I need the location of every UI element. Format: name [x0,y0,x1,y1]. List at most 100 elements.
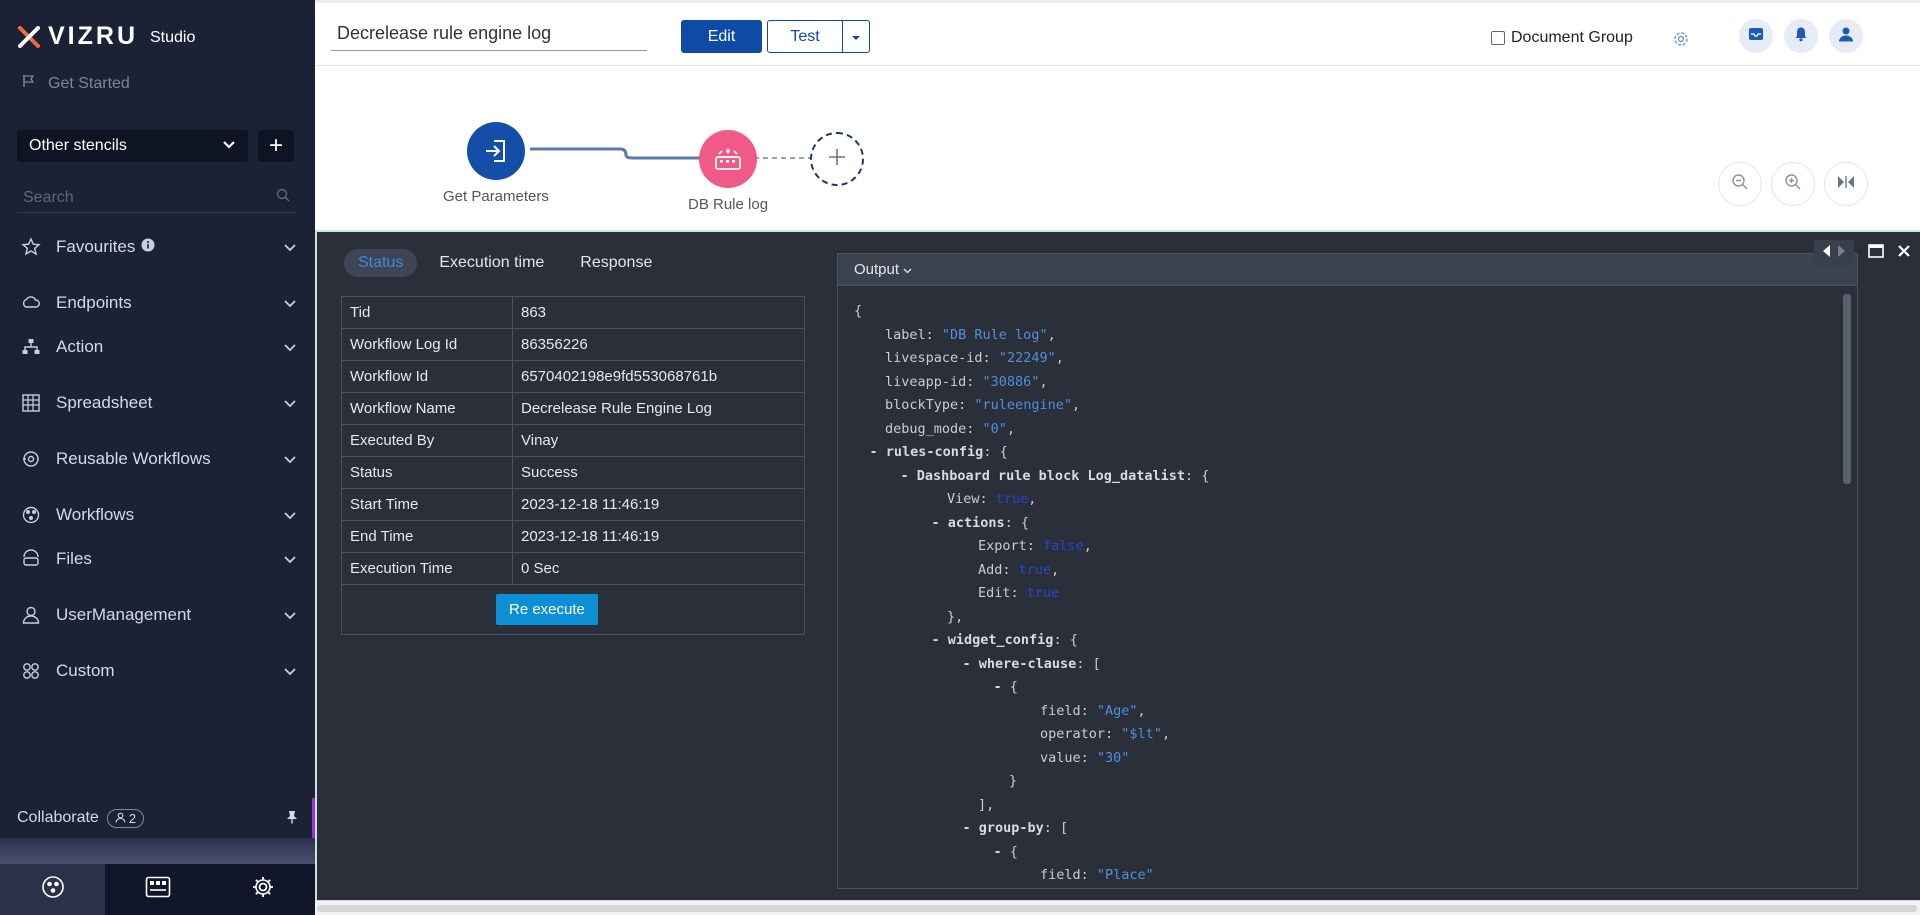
sidebar-item-files[interactable]: Files [20,544,298,574]
log-tabs: Status Execution time Response [344,249,666,277]
workflow-title-input[interactable]: Decrelease rule engine log [331,21,647,51]
chevron-down-icon[interactable] [282,663,298,679]
reexecute-button[interactable]: Re execute [496,594,598,625]
panel-controls [1814,240,1910,266]
search-icon[interactable] [276,188,290,207]
node-db-rule-log[interactable]: DB Rule log [688,130,768,213]
inbox-button[interactable] [1739,19,1773,53]
json-token: "ruleengine" [974,397,1072,413]
reuse-icon [20,448,42,470]
zoom-out-button[interactable] [1718,162,1762,206]
chevron-down-icon[interactable] [282,551,298,567]
arrow-left-icon[interactable] [1822,244,1831,262]
row-value: 6570402198e9fd553068761b [512,360,805,393]
search-input[interactable] [23,188,263,207]
sidebar-item-workflows[interactable]: Workflows [20,500,298,530]
add-node-button[interactable] [810,132,864,186]
json-token: debug_mode [885,420,967,437]
json-token: , [1071,397,1081,413]
brand[interactable]: VIZRU Studio [18,22,195,51]
json-token: : [925,326,942,343]
scrollbar-thumb[interactable] [317,905,1917,912]
json-token: : { [983,444,1008,460]
get-started-link[interactable]: Get Started [22,74,130,93]
zoom-out-icon [1731,173,1749,196]
table-row: Status Success [341,456,805,489]
caret-down-icon [851,28,861,46]
sidebar-item-endpoints[interactable]: Endpoints [20,288,298,318]
collaborator-count-badge[interactable]: 2 [106,808,145,828]
output-json[interactable]: {label: "DB Rule log", livespace-id: "222… [838,286,1837,888]
chevron-down-icon[interactable] [282,295,298,311]
scrollbar-thumb[interactable] [1843,294,1851,484]
table-row: Workflow Name Decrelease Rule Engine Log [341,392,805,425]
workflow-canvas[interactable]: Get Parameters DB Rule log [315,66,1920,230]
avatar-icon [1838,26,1854,47]
json-token: "0" [982,420,1007,437]
chevron-down-icon[interactable] [282,339,298,355]
sidebar-item-spreadsheet[interactable]: Spreadsheet [20,388,298,418]
profile-button[interactable] [1829,19,1863,53]
sidebar-item-reusable-workflows[interactable]: Reusable Workflows [20,444,298,474]
notifications-button[interactable] [1784,19,1818,53]
brand-name: VIZRU [48,22,138,50]
chevron-down-icon[interactable] [282,451,298,467]
tab-status[interactable]: Status [344,249,418,277]
chevron-down-icon[interactable] [282,239,298,255]
chevron-down-icon[interactable] [282,507,298,523]
tab-response[interactable]: Response [566,249,666,277]
edit-button[interactable]: Edit [681,20,762,53]
close-icon[interactable] [1898,244,1910,262]
tab-workflows[interactable] [0,864,105,915]
add-stencil-button[interactable]: + [258,130,294,162]
maximize-icon[interactable] [1868,243,1884,263]
json-line: liveapp-id: "30886", [854,371,1837,395]
json-line: Edit: true [854,582,1837,606]
row-value: 2023-12-18 11:46:19 [512,488,805,521]
sidebar-item-action[interactable]: Action [20,332,298,362]
collaborator-count: 2 [128,810,137,826]
tab-dashboard[interactable] [105,864,210,915]
test-button[interactable]: Test [767,20,843,53]
collaborate-bar[interactable]: Collaborate 2 [0,798,315,838]
sidebar-item-custom[interactable]: Custom [20,656,298,686]
horizontal-scrollbar[interactable] [315,900,1920,915]
json-line: { [854,300,1837,324]
json-token: - [993,679,1010,695]
json-token: widget_config [947,632,1054,648]
test-options-button[interactable] [843,20,870,53]
files-icon [20,548,42,570]
row-value: Decrelease Rule Engine Log [512,392,805,425]
json-token: "Place" [1096,867,1154,883]
chevron-down-icon[interactable] [282,395,298,411]
node-get-parameters[interactable]: Get Parameters [443,122,549,205]
sidebar-item-favourites[interactable]: Favourites [20,232,298,262]
json-token: field [1040,702,1081,719]
json-token: field [1040,867,1081,883]
gear-icon[interactable] [1672,30,1690,53]
pin-icon[interactable] [285,810,299,829]
document-group-checkbox[interactable] [1491,31,1505,45]
document-group-toggle[interactable]: Document Group [1491,29,1633,47]
json-line: - { [854,676,1837,700]
json-line: field: "Place" [854,864,1837,888]
output-scrollbar[interactable] [1843,288,1851,878]
json-token: - [962,655,979,672]
output-dropdown[interactable]: Output [854,261,912,278]
json-line: - rules-config: { [854,441,1837,465]
sidebar-bottom-tabs [0,864,315,915]
collaborate-label: Collaborate [17,809,99,826]
row-key: Start Time [341,488,513,521]
json-token: , [1039,373,1048,390]
arrow-right-icon[interactable] [1837,244,1846,262]
tab-execution-time[interactable]: Execution time [425,249,558,277]
stencil-select[interactable]: Other stencils [17,130,248,162]
tab-settings[interactable] [210,864,315,915]
zoom-in-button[interactable] [1771,162,1815,206]
json-line: }, [854,606,1837,630]
fit-view-button[interactable] [1824,162,1868,206]
chevron-down-icon[interactable] [282,607,298,623]
sidebar-item-usermanagement[interactable]: UserManagement [20,600,298,630]
info-icon[interactable] [141,237,155,257]
json-line: ], [854,794,1837,818]
